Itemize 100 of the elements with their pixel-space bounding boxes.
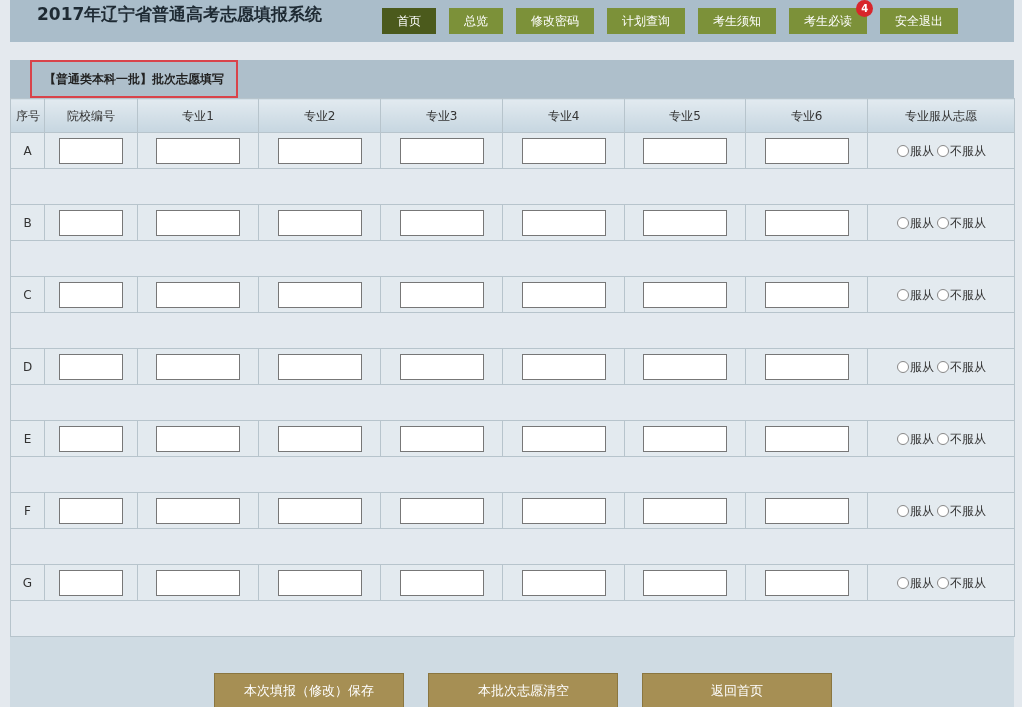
row-label: E	[10, 420, 45, 457]
input-field[interactable]	[764, 497, 849, 524]
radio-option[interactable]: 不服从	[936, 501, 986, 520]
input-field[interactable]	[764, 569, 849, 596]
input-field[interactable]	[277, 209, 362, 236]
nav-tab[interactable]: 计划查询	[607, 8, 686, 34]
nav-tab[interactable]: 总览	[449, 8, 504, 34]
input-field[interactable]	[643, 425, 727, 452]
radio-button[interactable]	[896, 432, 909, 445]
input-field[interactable]	[399, 353, 484, 380]
column-header: 专业服从志愿	[867, 98, 1015, 133]
input-field[interactable]	[59, 425, 123, 452]
radio-button[interactable]	[936, 432, 949, 445]
column-header: 专业1	[137, 98, 259, 133]
input-field[interactable]	[399, 137, 484, 164]
radio-button[interactable]	[936, 576, 949, 589]
input-field[interactable]	[59, 209, 123, 236]
input-field[interactable]	[156, 353, 240, 380]
input-field[interactable]	[643, 137, 727, 164]
radio-button[interactable]	[936, 216, 949, 229]
radio-button[interactable]	[936, 288, 949, 301]
radio-option[interactable]: 不服从	[936, 429, 986, 448]
radio-option[interactable]: 不服从	[936, 213, 986, 232]
input-field[interactable]	[156, 281, 240, 308]
input-field[interactable]	[399, 569, 484, 596]
column-header: 序号	[10, 98, 45, 133]
row-label: B	[10, 204, 45, 241]
input-field[interactable]	[521, 281, 606, 308]
input-field[interactable]	[643, 569, 727, 596]
radio-button[interactable]	[936, 504, 949, 517]
input-field[interactable]	[643, 209, 727, 236]
radio-option[interactable]: 服从	[896, 357, 934, 376]
app-title: 2017年辽宁省普通高考志愿填报系统	[37, 3, 323, 26]
input-field[interactable]	[59, 497, 123, 524]
input-field[interactable]	[764, 425, 849, 452]
radio-option[interactable]: 不服从	[936, 285, 986, 304]
input-field[interactable]	[156, 209, 240, 236]
input-field[interactable]	[764, 353, 849, 380]
input-field[interactable]	[399, 497, 484, 524]
radio-button[interactable]	[896, 288, 909, 301]
nav-tab[interactable]: 首页	[382, 8, 437, 34]
radio-option[interactable]: 服从	[896, 573, 934, 592]
radio-button[interactable]	[936, 144, 949, 157]
radio-button[interactable]	[896, 216, 909, 229]
input-field[interactable]	[643, 353, 727, 380]
radio-option[interactable]: 不服从	[936, 573, 986, 592]
input-field[interactable]	[59, 281, 123, 308]
column-header: 专业3	[380, 98, 503, 133]
input-field[interactable]	[156, 137, 240, 164]
input-field[interactable]	[521, 353, 606, 380]
input-field[interactable]	[521, 137, 606, 164]
input-field[interactable]	[521, 497, 606, 524]
radio-option[interactable]: 服从	[896, 501, 934, 520]
input-field[interactable]	[521, 209, 606, 236]
input-field[interactable]	[521, 425, 606, 452]
input-field[interactable]	[399, 425, 484, 452]
column-header: 专业4	[502, 98, 625, 133]
input-field[interactable]	[156, 425, 240, 452]
radio-option[interactable]: 服从	[896, 213, 934, 232]
input-field[interactable]	[277, 353, 362, 380]
column-header: 专业5	[624, 98, 746, 133]
radio-button[interactable]	[896, 360, 909, 373]
input-field[interactable]	[59, 137, 123, 164]
radio-option[interactable]: 服从	[896, 141, 934, 160]
row-label: G	[10, 564, 45, 601]
radio-button[interactable]	[896, 144, 909, 157]
row-label: A	[10, 132, 45, 169]
row-label: D	[10, 348, 45, 385]
input-field[interactable]	[643, 497, 727, 524]
row-label: F	[10, 492, 45, 529]
radio-button[interactable]	[896, 504, 909, 517]
input-field[interactable]	[764, 137, 849, 164]
radio-button[interactable]	[896, 576, 909, 589]
input-field[interactable]	[643, 281, 727, 308]
input-field[interactable]	[59, 353, 123, 380]
input-field[interactable]	[764, 281, 849, 308]
input-field[interactable]	[156, 497, 240, 524]
nav-tab[interactable]: 安全退出	[880, 8, 959, 34]
column-header: 专业2	[258, 98, 381, 133]
input-field[interactable]	[277, 281, 362, 308]
input-field[interactable]	[277, 425, 362, 452]
radio-option[interactable]: 服从	[896, 429, 934, 448]
radio-option[interactable]: 服从	[896, 285, 934, 304]
input-field[interactable]	[521, 569, 606, 596]
input-field[interactable]	[277, 137, 362, 164]
radio-option[interactable]: 不服从	[936, 141, 986, 160]
input-field[interactable]	[156, 569, 240, 596]
input-field[interactable]	[399, 281, 484, 308]
input-field[interactable]	[277, 497, 362, 524]
column-header: 院校编号	[44, 98, 138, 133]
radio-button[interactable]	[936, 360, 949, 373]
column-header: 专业6	[745, 98, 868, 133]
input-field[interactable]	[764, 209, 849, 236]
input-field[interactable]	[59, 569, 123, 596]
row-label: C	[10, 276, 45, 313]
input-field[interactable]	[277, 569, 362, 596]
nav-tab[interactable]: 考生须知	[698, 8, 777, 34]
nav-tab[interactable]: 修改密码	[516, 8, 595, 34]
input-field[interactable]	[399, 209, 484, 236]
radio-option[interactable]: 不服从	[936, 357, 986, 376]
